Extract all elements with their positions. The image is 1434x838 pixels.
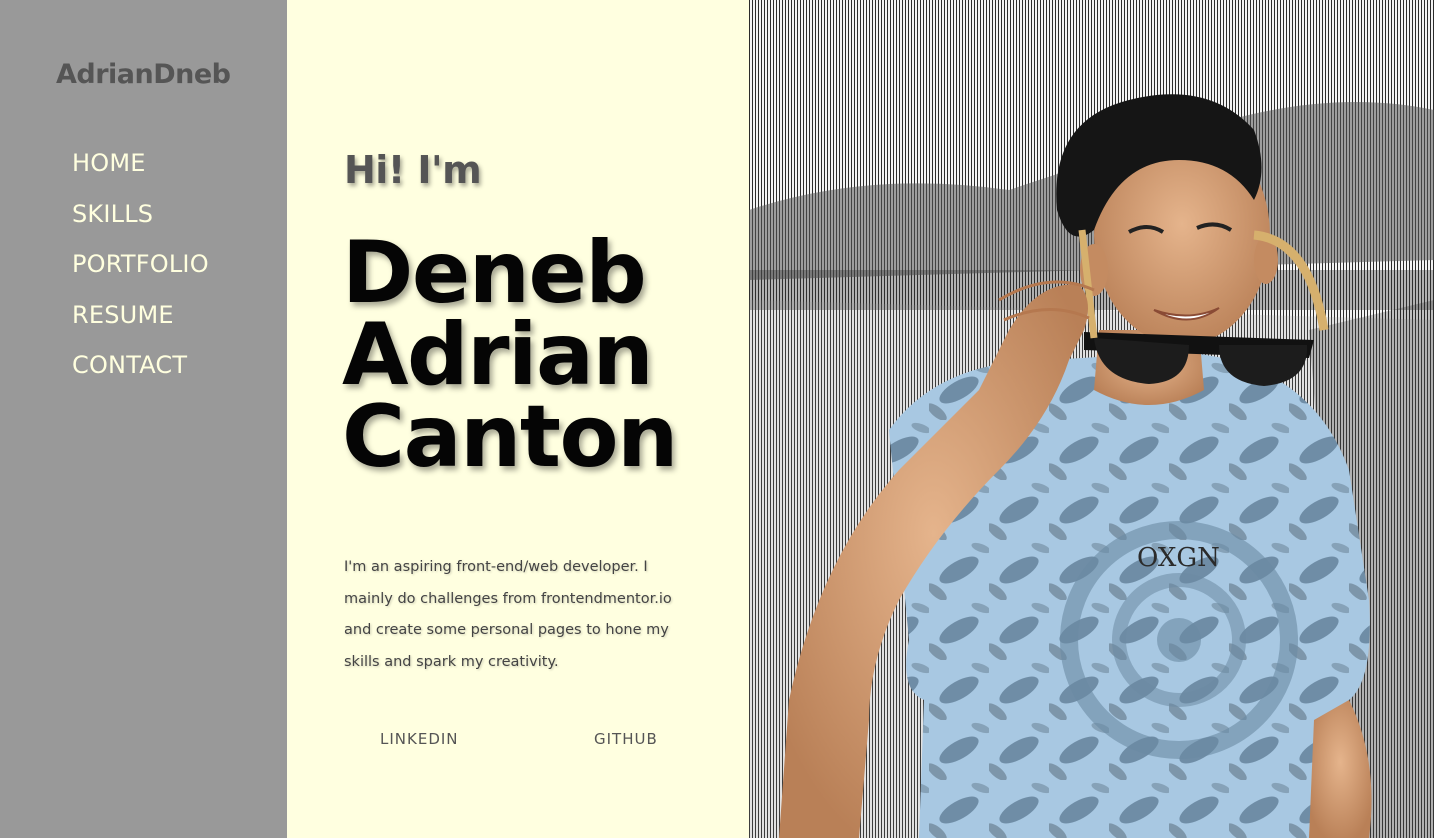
- site-logo[interactable]: AdrianDneb: [56, 56, 231, 94]
- linkedin-link[interactable]: LINKEDIN: [380, 728, 459, 750]
- nav-link-contact[interactable]: CONTACT: [72, 346, 209, 384]
- nav-link-portfolio[interactable]: PORTFOLIO: [72, 245, 209, 283]
- github-link[interactable]: GITHUB: [594, 728, 658, 750]
- hero-name-last: Canton: [342, 387, 678, 487]
- hero-name-middle: Adrian: [342, 305, 654, 405]
- nav-item-resume: RESUME: [72, 296, 209, 347]
- main-nav: HOME SKILLS PORTFOLIO RESUME CONTACT: [72, 144, 209, 397]
- hero-greeting: Hi! I'm: [344, 148, 482, 192]
- nav-link-home[interactable]: HOME: [72, 144, 209, 182]
- nav-item-home: HOME: [72, 144, 209, 195]
- shirt-logo-text: OXGN: [1137, 543, 1220, 573]
- page: AdrianDneb HOME SKILLS PORTFOLIO RESUME …: [0, 0, 1434, 838]
- nav-item-contact: CONTACT: [72, 346, 209, 397]
- nav-link-resume[interactable]: RESUME: [72, 296, 209, 334]
- profile-photo: OXGN: [749, 0, 1434, 838]
- hero-name: Deneb Adrian Canton: [342, 223, 678, 487]
- sidebar: AdrianDneb HOME SKILLS PORTFOLIO RESUME …: [0, 0, 287, 838]
- hero-name-first: Deneb: [342, 223, 647, 323]
- hero-content: Hi! I'm Deneb Adrian Canton I'm an aspir…: [287, 0, 749, 838]
- nav-item-portfolio: PORTFOLIO: [72, 245, 209, 296]
- nav-item-skills: SKILLS: [72, 195, 209, 246]
- profile-photo-illustration: OXGN: [749, 0, 1434, 838]
- nav-link-skills[interactable]: SKILLS: [72, 195, 209, 233]
- hero-bio: I'm an aspiring front-end/web developer.…: [344, 559, 672, 670]
